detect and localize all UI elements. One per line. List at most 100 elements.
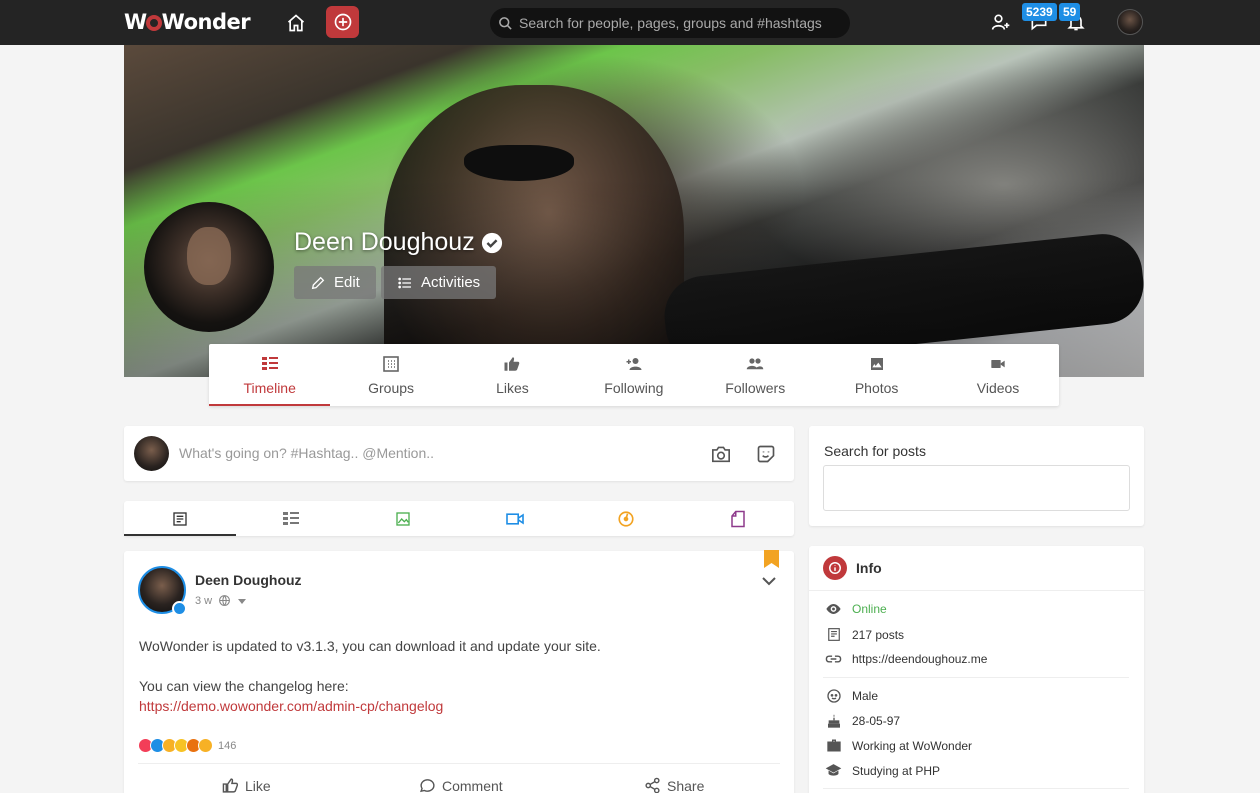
thumbs-up-icon [222, 778, 239, 793]
comment-button[interactable]: Comment [419, 777, 503, 793]
info-study-row: Studying at PHP [825, 763, 940, 778]
activities-button[interactable]: Activities [381, 266, 497, 299]
filter-music[interactable] [571, 501, 683, 536]
post-composer[interactable]: What's going on? #Hashtag.. @Mention.. [124, 426, 794, 481]
post-author-name[interactable]: Deen Doughouz [195, 572, 302, 588]
globe-icon [219, 595, 231, 606]
profile-avatar[interactable] [144, 202, 274, 332]
info-website-row: https://deendoughouz.me [825, 652, 987, 666]
edit-profile-button[interactable]: Edit [294, 266, 376, 299]
post-reactions[interactable]: 146 [138, 738, 236, 753]
online-status: Online [852, 602, 887, 616]
tab-following[interactable]: Following [573, 344, 694, 406]
user-avatar-menu[interactable] [1117, 9, 1143, 35]
plus-circle-icon [334, 13, 351, 31]
composer-placeholder[interactable]: What's going on? #Hashtag.. @Mention.. [179, 445, 434, 461]
post-text-line-1: WoWonder is updated to v3.1.3, you can d… [139, 638, 601, 654]
posts-icon [825, 627, 842, 642]
people-icon [746, 355, 764, 373]
document-icon [173, 511, 187, 526]
link-icon [825, 654, 842, 664]
face-icon [825, 688, 842, 704]
work-value: Working at WoWonder [852, 738, 973, 753]
top-navigation-bar: W Wonder 5239 59 [0, 0, 1260, 45]
logo-word: Wonder [161, 10, 251, 34]
pinned-bookmark-icon [764, 550, 779, 568]
posts-count: 217 posts [852, 627, 905, 642]
info-status-row: Online [825, 602, 887, 616]
tab-label: Followers [725, 380, 786, 396]
home-icon[interactable] [283, 10, 309, 36]
profile-tabs: Timeline Groups Likes Following Follower… [209, 344, 1059, 406]
messages-badge: 5239 [1022, 3, 1057, 21]
cover-shade [124, 45, 1144, 377]
search-posts-input[interactable] [823, 465, 1130, 511]
filter-files[interactable] [682, 501, 794, 536]
notifications-badge: 59 [1059, 3, 1081, 21]
search-posts-label: Search for posts [824, 443, 926, 459]
tab-likes[interactable]: Likes [452, 344, 573, 406]
info-work-row: Working at WoWonder [825, 738, 972, 753]
tab-label: Photos [854, 380, 899, 396]
post-text-line-2: You can view the changelog here: [139, 678, 349, 694]
post-divider [138, 763, 780, 764]
image-icon [869, 355, 885, 373]
friend-requests-icon[interactable] [989, 10, 1013, 34]
pencil-icon [311, 276, 325, 289]
image-icon [396, 511, 410, 526]
file-icon [731, 510, 745, 527]
comment-icon [420, 779, 435, 793]
reactions-count: 146 [218, 739, 237, 752]
activities-label: Activities [421, 274, 481, 291]
info-title: Info [856, 560, 882, 576]
info-header-divider [809, 590, 1144, 591]
graduation-cap-icon [825, 763, 842, 778]
post-meta: 3 w [195, 594, 247, 607]
video-icon [989, 355, 1007, 373]
caret-down-icon[interactable] [237, 596, 247, 606]
tab-timeline[interactable]: Timeline [209, 344, 331, 406]
filter-text[interactable] [236, 501, 348, 536]
tab-photos[interactable]: Photos [816, 344, 937, 406]
tab-label: Groups [368, 380, 415, 396]
wow-reaction-icon [198, 738, 213, 753]
camera-icon[interactable] [710, 443, 732, 465]
avatar-face-shape [187, 227, 231, 285]
filter-videos[interactable] [459, 501, 571, 536]
wowonder-logo[interactable]: W Wonder [124, 9, 251, 35]
search-icon [499, 16, 512, 30]
eye-icon [825, 603, 842, 615]
info-header: Info [823, 556, 882, 580]
tab-videos[interactable]: Videos [937, 344, 1058, 406]
filter-photos[interactable] [347, 501, 459, 536]
share-button[interactable]: Share [644, 777, 704, 793]
search-input[interactable] [519, 15, 839, 31]
info-divider [823, 788, 1129, 789]
timeline-icon [261, 355, 278, 373]
info-posts-row: 217 posts [825, 627, 904, 642]
logo-circle [145, 15, 162, 31]
filter-all[interactable] [124, 501, 236, 536]
verified-check-icon [172, 601, 187, 616]
comment-label: Comment [442, 777, 503, 793]
global-search[interactable] [490, 8, 850, 38]
logo-letter: W [124, 10, 147, 34]
post-card: Deen Doughouz 3 w WoWonder is updated to… [124, 550, 794, 793]
birthday-value: 28-05-97 [852, 714, 901, 728]
post-filter-tabs [124, 501, 794, 536]
composer-avatar [134, 436, 169, 471]
tab-groups[interactable]: Groups [330, 344, 451, 406]
list-icon [283, 511, 300, 525]
sticker-icon[interactable] [755, 443, 777, 465]
post-time[interactable]: 3 w [195, 595, 212, 607]
share-label: Share [667, 777, 705, 793]
create-post-button[interactable] [326, 6, 359, 38]
tab-followers[interactable]: Followers [695, 344, 816, 406]
like-button[interactable]: Like [222, 777, 271, 793]
tab-label: Videos [976, 380, 1020, 396]
website-link[interactable]: https://deendoughouz.me [852, 652, 987, 666]
cake-icon [825, 713, 842, 729]
info-gender-row: Male [825, 688, 878, 704]
chevron-down-icon[interactable] [762, 573, 776, 591]
changelog-link[interactable]: https://demo.wowonder.com/admin-cp/chang… [139, 698, 443, 714]
